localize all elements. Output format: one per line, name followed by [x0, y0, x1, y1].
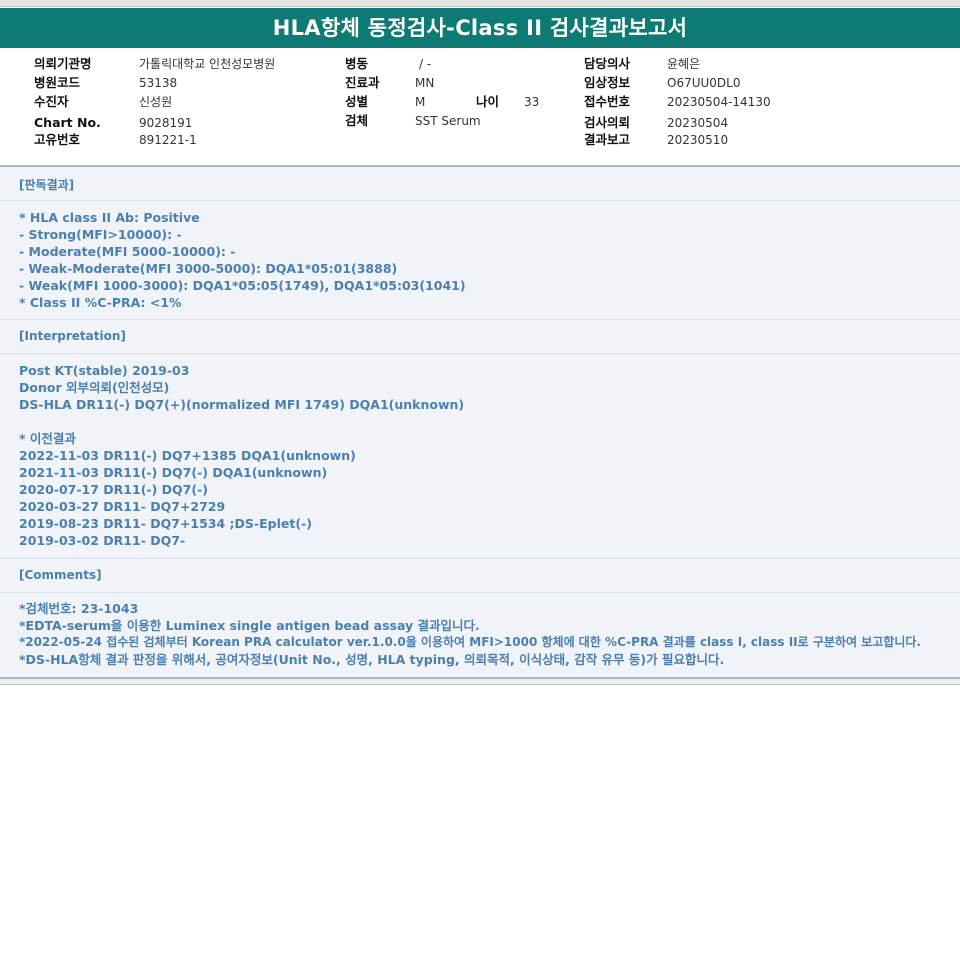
clinical-info-value: O67UU0DL0 — [667, 76, 741, 90]
report-date-label: 결과보고 — [584, 132, 631, 147]
interpretation-section-body: Post KT(stable) 2019-03 Donor 외부의뢰(인천성모)… — [0, 354, 960, 559]
report-title: HLA항체 동정검사-Class II 검사결과보고서 — [0, 8, 960, 48]
patient-info-panel: 의뢰기관명 가톨릭대학교 인천성모병원 병원코드 53138 수진자 신성원 C… — [0, 48, 960, 167]
age-label: 나이 — [476, 94, 500, 109]
interpretation-line: 2019-08-23 DR11- DQ7+1534 ;DS-Eplet(-) — [19, 516, 312, 531]
department-value: MN — [415, 76, 435, 90]
result-line: - Moderate(MFI 5000-10000): - — [19, 244, 236, 259]
department-label: 진료과 — [345, 75, 380, 90]
interpretation-line: DS-HLA DR11(-) DQ7(+)(normalized MFI 174… — [19, 397, 465, 412]
sex-label: 성별 — [345, 94, 369, 109]
interpretation-line: 2021-11-03 DR11(-) DQ7(-) DQA1(unknown) — [19, 465, 328, 480]
interpretation-line: Post KT(stable) 2019-03 — [19, 363, 190, 378]
interpretation-line: 2020-03-27 DR11- DQ7+2729 — [19, 499, 226, 514]
patient-label: 수진자 — [34, 94, 69, 109]
result-line: - Strong(MFI>10000): - — [19, 227, 182, 242]
clinical-info-label: 임상정보 — [584, 75, 631, 90]
specimen-label: 검체 — [345, 113, 369, 128]
bottom-divider — [0, 679, 960, 685]
sex-value: M — [415, 95, 426, 109]
interpretation-section-header: [Interpretation] — [0, 320, 960, 354]
result-heading: [판독결과] — [19, 178, 75, 192]
hospital-code-value: 53138 — [139, 76, 178, 90]
interpretation-line: * 이전결과 — [19, 431, 76, 446]
receipt-no-label: 접수번호 — [584, 94, 631, 109]
age-value: 33 — [524, 95, 540, 109]
interpretation-heading: [Interpretation] — [19, 329, 126, 343]
chart-no-label: Chart No. — [34, 115, 101, 130]
result-line: - Weak(MFI 1000-3000): DQA1*05:05(1749),… — [19, 278, 466, 293]
comment-line: *EDTA-serum을 이용한 Luminex single antigen … — [19, 618, 480, 633]
interpretation-line: Donor 외부의뢰(인천성모) — [19, 380, 170, 395]
interpretation-line: 2022-11-03 DR11(-) DQ7+1385 DQA1(unknown… — [19, 448, 356, 463]
institution-value: 가톨릭대학교 인천성모병원 — [139, 57, 276, 71]
doctor-label: 담당의사 — [584, 56, 631, 71]
hospital-code-label: 병원코드 — [34, 75, 81, 90]
top-divider — [0, 0, 960, 7]
doctor-value: 윤혜은 — [667, 57, 701, 71]
result-line: * Class II %C-PRA: <1% — [19, 295, 182, 310]
ward-label: 병동 — [345, 56, 369, 71]
comments-section-header: [Comments] — [0, 559, 960, 593]
comments-heading: [Comments] — [19, 568, 102, 582]
unique-no-label: 고유번호 — [34, 132, 81, 147]
request-date-label: 검사의뢰 — [584, 115, 631, 130]
receipt-no-value: 20230504-14130 — [667, 95, 771, 109]
report-page: HLA항체 동정검사-Class II 검사결과보고서 의뢰기관명 가톨릭대학교… — [0, 0, 960, 966]
report-date-value: 20230510 — [667, 133, 729, 147]
chart-no-value: 9028191 — [139, 116, 193, 130]
interpretation-line: 2020-07-17 DR11(-) DQ7(-) — [19, 482, 208, 497]
result-section-body: * HLA class II Ab: Positive - Strong(MFI… — [0, 201, 960, 320]
patient-value: 신성원 — [139, 95, 173, 109]
institution-label: 의뢰기관명 — [34, 56, 92, 71]
comment-line: *DS-HLA항체 결과 판정을 위해서, 공여자정보(Unit No., 성명… — [19, 652, 725, 667]
result-line: * HLA class II Ab: Positive — [19, 210, 200, 225]
interpretation-line: 2019-03-02 DR11- DQ7- — [19, 533, 186, 548]
comment-line: *2022-05-24 접수된 검체부터 Korean PRA calculat… — [19, 635, 921, 649]
unique-no-value: 891221-1 — [139, 133, 197, 147]
comment-line: *검체번호: 23-1043 — [19, 601, 139, 616]
request-date-value: 20230504 — [667, 116, 729, 130]
result-section-header: [판독결과] — [0, 167, 960, 201]
result-line: - Weak-Moderate(MFI 3000-5000): DQA1*05:… — [19, 261, 398, 276]
comments-section-body: *검체번호: 23-1043 *EDTA-serum을 이용한 Luminex … — [0, 593, 960, 675]
ward-value: / - — [419, 57, 432, 71]
specimen-value: SST Serum — [415, 114, 481, 128]
report-body: [판독결과] * HLA class II Ab: Positive - Str… — [0, 167, 960, 679]
